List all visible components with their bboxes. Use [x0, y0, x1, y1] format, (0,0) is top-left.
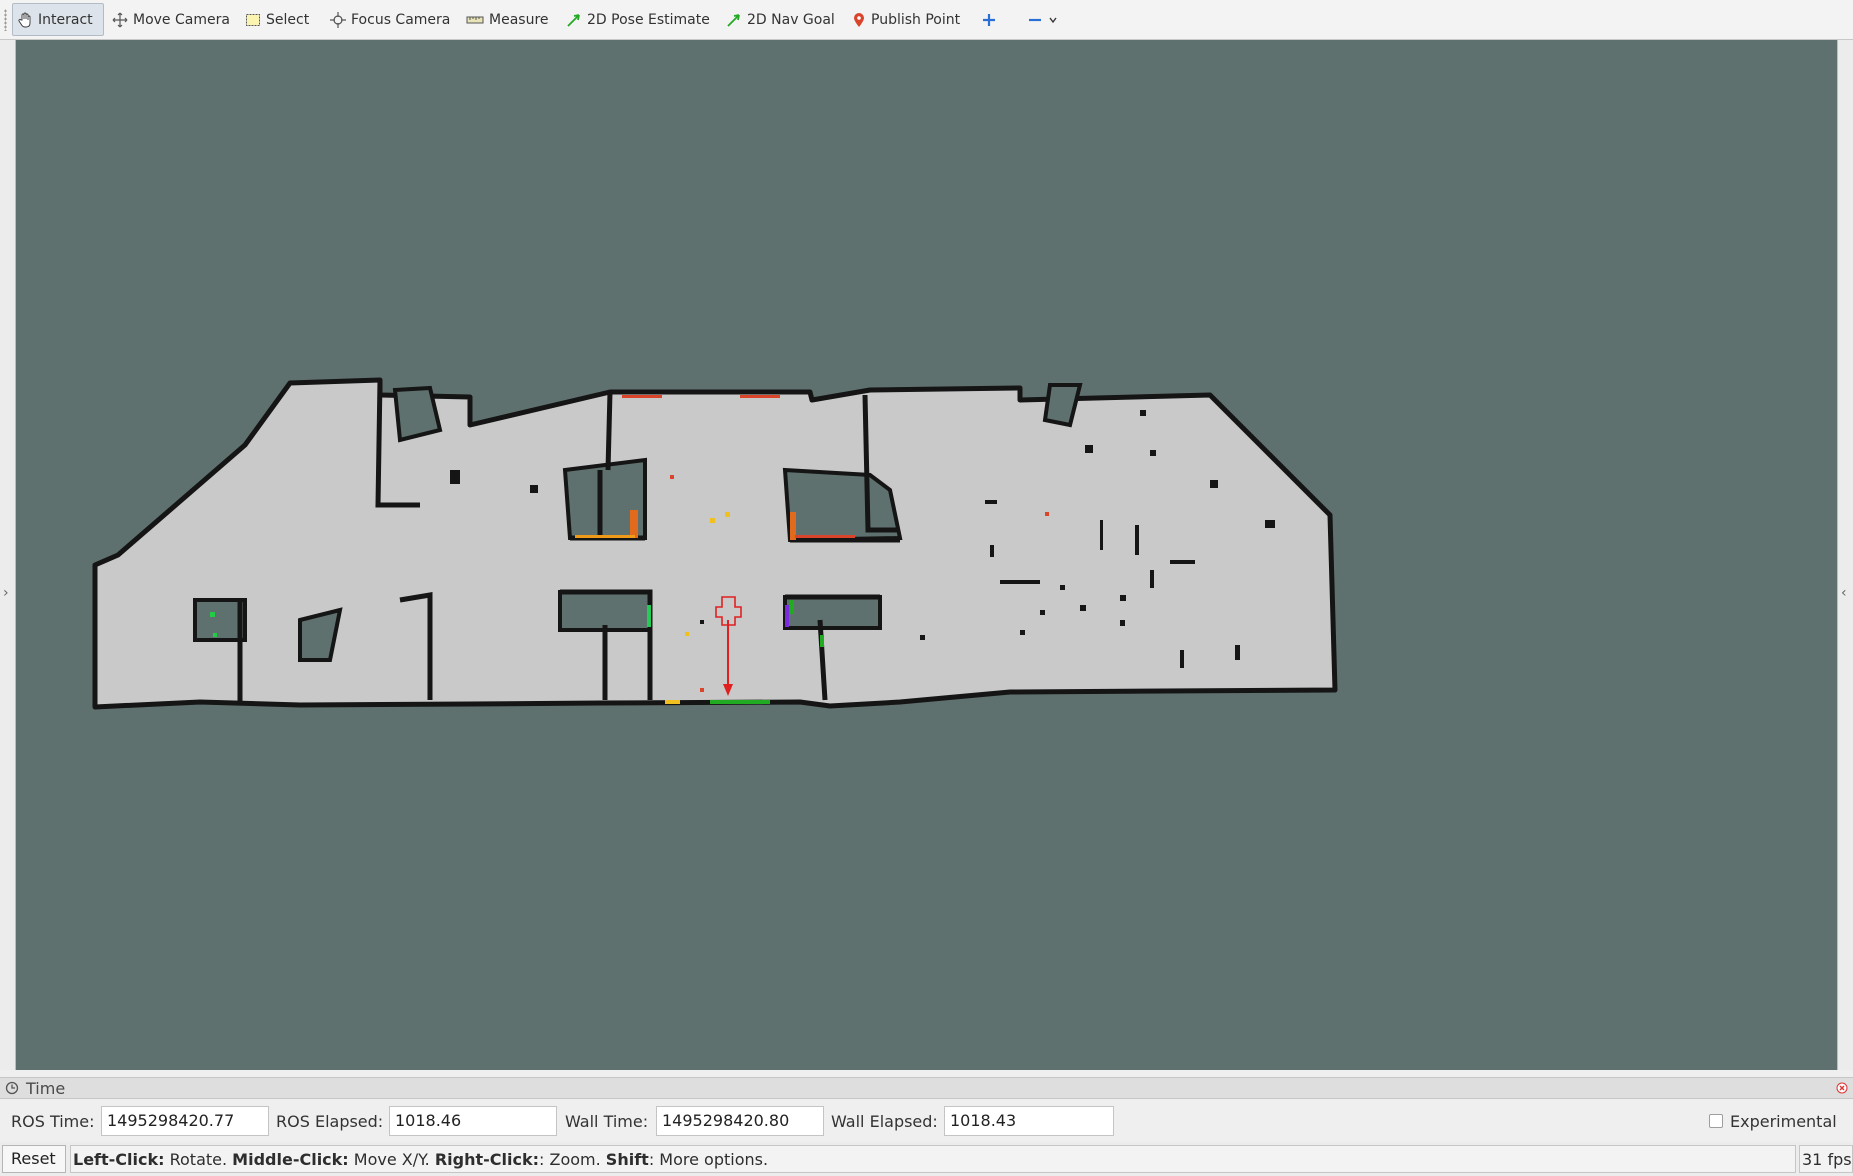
expand-left-panel-icon[interactable]: › — [3, 585, 9, 601]
measure-tool-label: Measure — [489, 11, 549, 28]
experimental-label: Experimental — [1730, 1112, 1837, 1131]
remove-tool-button[interactable] — [1023, 3, 1067, 36]
time-panel-fields: ROS Time: 1495298420.77 ROS Elapsed: 101… — [0, 1100, 1853, 1142]
left-dock-handle[interactable]: › — [0, 40, 16, 1070]
ros-elapsed-field[interactable]: 1018.46 — [389, 1106, 557, 1136]
help-text-left-click: Rotate. — [164, 1150, 233, 1169]
occupancy-map — [92, 377, 1338, 710]
move-camera-tool-button[interactable]: Move Camera — [108, 3, 234, 36]
wall-elapsed-label: Wall Elapsed: — [831, 1112, 938, 1131]
reset-button[interactable]: Reset — [2, 1145, 66, 1173]
publish-point-tool-button[interactable]: Publish Point — [848, 3, 964, 36]
focus-camera-tool-button[interactable]: Focus Camera — [326, 3, 454, 36]
move-camera-tool-label: Move Camera — [133, 11, 230, 28]
map-pin-icon — [854, 12, 864, 27]
clock-icon — [5, 1081, 19, 1095]
select-tool-button[interactable]: Select — [241, 3, 313, 36]
wall-time-label: Wall Time: — [565, 1112, 649, 1131]
focus-camera-tool-label: Focus Camera — [351, 11, 451, 28]
map-free-space — [92, 377, 1338, 710]
2d-pose-estimate-tool-label: 2D Pose Estimate — [587, 11, 710, 28]
time-panel-title: Time — [26, 1079, 66, 1098]
2d-nav-goal-tool-button[interactable]: 2D Nav Goal — [722, 3, 839, 36]
time-panel-header: Time — [0, 1077, 1853, 1099]
move-camera-icon — [112, 12, 128, 27]
experimental-checkbox[interactable] — [1709, 1114, 1723, 1128]
mouse-help-text: Left-Click: Rotate. Middle-Click: Move X… — [70, 1145, 1796, 1173]
focus-camera-icon — [330, 11, 346, 28]
2d-nav-goal-tool-label: 2D Nav Goal — [747, 11, 835, 28]
2d-pose-estimate-tool-button[interactable]: 2D Pose Estimate — [562, 3, 714, 36]
help-key-left-click: Left-Click: — [73, 1150, 165, 1169]
publish-point-tool-label: Publish Point — [871, 11, 961, 28]
wall-time-field[interactable]: 1495298420.80 — [656, 1106, 824, 1136]
interact-tool-button[interactable]: Interact — [12, 3, 104, 36]
status-bar: Reset Left-Click: Rotate. Middle-Click: … — [0, 1142, 1853, 1176]
interact-tool-label: Interact — [38, 11, 93, 28]
help-key-shift: Shift — [605, 1150, 649, 1169]
toolbar-grip[interactable] — [4, 9, 7, 31]
fps-counter: 31 fps — [1799, 1145, 1853, 1173]
plus-icon — [983, 13, 995, 26]
help-text-shift: : More options. — [648, 1150, 769, 1169]
close-panel-icon[interactable] — [1836, 1082, 1848, 1094]
ros-time-field[interactable]: 1495298420.77 — [101, 1106, 269, 1136]
nav-goal-arrow-icon — [727, 13, 740, 27]
help-text-right-click: : Zoom. — [539, 1150, 606, 1169]
help-key-right-click: Right-Click: — [434, 1150, 540, 1169]
expand-right-panel-icon[interactable]: ‹ — [1841, 585, 1847, 601]
measure-icon — [466, 16, 484, 23]
hand-icon — [18, 12, 31, 27]
pose-arrow-icon — [567, 13, 580, 27]
select-icon — [246, 13, 260, 26]
minus-icon — [1029, 18, 1041, 21]
tools-toolbar: Interact Move Camera Select Focus Camera… — [0, 0, 1853, 40]
render-viewport[interactable] — [16, 40, 1837, 1070]
ros-time-label: ROS Time: — [11, 1112, 95, 1131]
add-tool-button[interactable] — [977, 3, 1006, 36]
chevron-down-icon[interactable] — [1048, 15, 1058, 25]
select-tool-label: Select — [266, 11, 310, 28]
measure-tool-button[interactable]: Measure — [462, 3, 553, 36]
wall-elapsed-field[interactable]: 1018.43 — [944, 1106, 1114, 1136]
ros-elapsed-label: ROS Elapsed: — [276, 1112, 384, 1131]
help-text-middle-click: Move X/Y. — [348, 1150, 435, 1169]
right-dock-handle[interactable]: ‹ — [1837, 40, 1853, 1070]
help-key-middle-click: Middle-Click: — [232, 1150, 349, 1169]
